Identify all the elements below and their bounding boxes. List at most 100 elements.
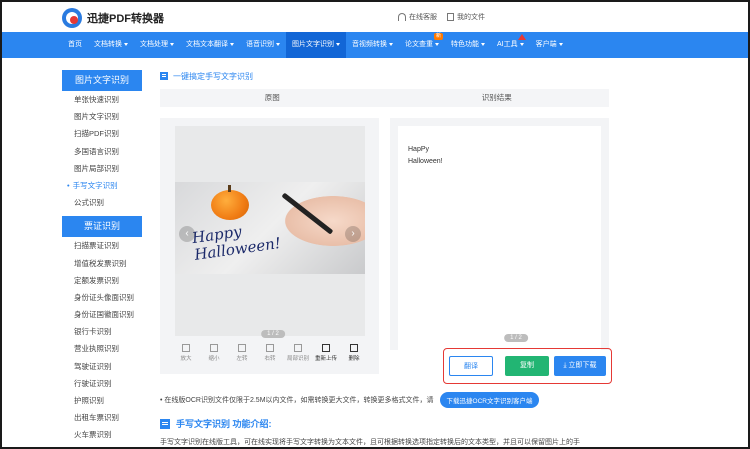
logo-text: 迅捷PDF转换器 bbox=[87, 13, 164, 25]
nav-item-7[interactable]: 论文查重新 bbox=[399, 32, 445, 58]
translate-button[interactable]: 翻译 bbox=[449, 356, 493, 376]
intro-title: 手写文字识别 功能介绍: bbox=[160, 417, 272, 430]
sidebar-group-ticket: 扫描票证识别 增值税发票识别 定额发票识别 身份证头像面识别 身份证国徽面识别 银行卡识别… bbox=[62, 237, 142, 443]
result-line: HapPy bbox=[408, 146, 430, 153]
tool-crop[interactable]: 局部识别 bbox=[287, 344, 309, 362]
nav-item-label: 特色功能 bbox=[451, 41, 479, 48]
page-indicator-original: 1 / 2 bbox=[261, 330, 285, 338]
document-icon bbox=[447, 13, 454, 21]
tool-label: 右转 bbox=[264, 356, 276, 362]
tool-label: 缩小 bbox=[208, 356, 220, 362]
headset-icon bbox=[398, 13, 406, 21]
tool-rotate-left[interactable]: 左转 bbox=[231, 344, 253, 362]
next-image-button[interactable]: › bbox=[345, 226, 361, 242]
sidebar-item[interactable]: 扫描PDF识别 bbox=[62, 125, 142, 142]
trash-icon bbox=[350, 344, 358, 352]
tool-trash[interactable]: 删除 bbox=[343, 344, 365, 362]
nav-item-5[interactable]: 图片文字识别 bbox=[286, 32, 346, 58]
tool-reload[interactable]: 重新上传 bbox=[315, 344, 337, 362]
handwriting-text: Happy Halloween! bbox=[191, 218, 282, 264]
chevron-down-icon bbox=[336, 42, 340, 46]
sidebar-item[interactable]: 图片局部识别 bbox=[62, 160, 142, 177]
section-title: 一键搞定手写文字识别 bbox=[160, 70, 610, 82]
zoom-in-icon bbox=[182, 344, 190, 352]
sidebar-item[interactable]: 扫描票证识别 bbox=[62, 237, 142, 254]
sidebar-item[interactable]: 单张快速识别 bbox=[62, 91, 142, 108]
sidebar-item[interactable]: 银行卡识别 bbox=[62, 323, 142, 340]
nav-item-0[interactable]: 首页 bbox=[62, 32, 88, 58]
result-line: Halloween! bbox=[408, 158, 443, 165]
nav-item-label: AI工具 bbox=[497, 41, 518, 48]
size-notice: • 在线版OCR识别文件仅限于2.5M以内文件，如需转换更大文件，转换更多格式文… bbox=[160, 392, 540, 408]
sidebar-item[interactable]: 手写文字识别 bbox=[62, 177, 142, 194]
tool-label: 重新上传 bbox=[315, 356, 338, 362]
nav-item-9[interactable]: AI工具 bbox=[491, 32, 530, 58]
sidebar-item[interactable]: 图片文字识别 bbox=[62, 108, 142, 125]
list-icon bbox=[160, 418, 170, 429]
sidebar-item[interactable]: 驾驶证识别 bbox=[62, 358, 142, 375]
sidebar-item[interactable]: 身份证国徽面识别 bbox=[62, 306, 142, 323]
nav-item-label: 音视频转换 bbox=[352, 41, 387, 48]
image-preview: Happy Halloween! ‹ › 1 / 2 bbox=[175, 126, 365, 338]
sidebar-item[interactable]: 身份证头像面识别 bbox=[62, 289, 142, 306]
chevron-down-icon bbox=[389, 42, 393, 46]
sidebar-group-ocr-title[interactable]: 图片文字识别 bbox=[62, 70, 142, 91]
download-client-button[interactable]: 下载迅捷OCR文字识别客户端 bbox=[439, 392, 540, 408]
nav-item-6[interactable]: 音视频转换 bbox=[346, 32, 399, 58]
my-files-link[interactable]: 我的文件 bbox=[447, 12, 485, 22]
rotate-right-icon bbox=[266, 344, 274, 352]
sidebar-group-ticket-title[interactable]: 票证识别 bbox=[62, 216, 142, 238]
nav-item-1[interactable]: 文档转换 bbox=[88, 32, 134, 58]
top-links: 在线客服 我的文件 bbox=[398, 12, 485, 22]
section-title-text: 一键搞定手写文字识别 bbox=[173, 71, 253, 81]
intro-text: 手写文字识别在线版工具，可在线实现将手写文字转换为文本文件，且可根据转换选项指定… bbox=[160, 439, 580, 446]
my-files-label: 我的文件 bbox=[457, 14, 485, 21]
sidebar-item[interactable]: 定额发票识别 bbox=[62, 272, 142, 289]
sidebar-item[interactable]: 护照识别 bbox=[62, 392, 142, 409]
tool-zoom-out[interactable]: 缩小 bbox=[203, 344, 225, 362]
result-textbox[interactable]: HapPy Halloween! 1 / 2 bbox=[398, 126, 601, 350]
nav-item-label: 图片文字识别 bbox=[292, 41, 334, 48]
result-text: HapPy Halloween! bbox=[408, 144, 443, 168]
tab-result: 识别结果 bbox=[481, 93, 512, 102]
online-service-link[interactable]: 在线客服 bbox=[398, 12, 437, 22]
nav-item-2[interactable]: 文档处理 bbox=[134, 32, 180, 58]
crop-icon bbox=[294, 344, 302, 352]
nav-item-label: 文档处理 bbox=[140, 41, 168, 48]
tool-zoom-in[interactable]: 放大 bbox=[175, 344, 197, 362]
sidebar: 图片文字识别 单张快速识别图片文字识别扫描PDF识别多国语言识别图片局部识别手写… bbox=[62, 70, 142, 444]
chevron-down-icon bbox=[435, 42, 439, 46]
tool-label: 放大 bbox=[180, 356, 192, 362]
prev-image-button[interactable]: ‹ bbox=[179, 226, 195, 242]
handwriting-photo: Happy Halloween! bbox=[175, 182, 365, 274]
nav-item-8[interactable]: 特色功能 bbox=[445, 32, 491, 58]
tool-label: 左转 bbox=[236, 356, 248, 362]
sidebar-item[interactable]: 出租车票识别 bbox=[62, 409, 142, 426]
nav-item-4[interactable]: 语音识别 bbox=[240, 32, 286, 58]
rotate-left-icon bbox=[238, 344, 246, 352]
sidebar-item[interactable]: 营业执照识别 bbox=[62, 340, 142, 357]
copy-button[interactable]: 复制 bbox=[505, 356, 549, 376]
nav-item-label: 客户端 bbox=[535, 41, 557, 48]
chevron-down-icon bbox=[124, 42, 128, 46]
list-icon bbox=[160, 72, 168, 80]
sidebar-item[interactable]: 行驶证识别 bbox=[62, 375, 142, 392]
sidebar-item[interactable]: 多国语言识别 bbox=[62, 143, 142, 160]
zoom-out-icon bbox=[210, 344, 218, 352]
tool-rotate-right[interactable]: 右转 bbox=[259, 344, 281, 362]
hot-icon bbox=[517, 34, 526, 40]
nav-item-10[interactable]: 客户端 bbox=[530, 32, 569, 58]
online-service-label: 在线客服 bbox=[409, 14, 437, 21]
result-panel: HapPy Halloween! 1 / 2 bbox=[390, 118, 609, 350]
sidebar-item[interactable]: 公式识别 bbox=[62, 194, 142, 211]
nav-item-label: 文档文本翻译 bbox=[186, 41, 228, 48]
download-label: 立即下载 bbox=[568, 362, 597, 369]
sidebar-item[interactable]: 增值税发票识别 bbox=[62, 255, 142, 272]
nav-item-3[interactable]: 文档文本翻译 bbox=[180, 32, 240, 58]
nav-item-label: 论文查重 bbox=[405, 41, 433, 48]
tab-original: 原图 bbox=[264, 93, 280, 102]
sidebar-item[interactable]: 火车票识别 bbox=[62, 426, 142, 443]
logo[interactable]: 迅捷PDF转换器 bbox=[62, 8, 164, 28]
main-nav: 首页 文档转换 文档处理 文档文本翻译 语音识别 图片文字识别 音视频转换 论文查重新特色功能… bbox=[2, 32, 748, 58]
download-button[interactable]: ⤓ 立即下载 bbox=[554, 356, 606, 376]
